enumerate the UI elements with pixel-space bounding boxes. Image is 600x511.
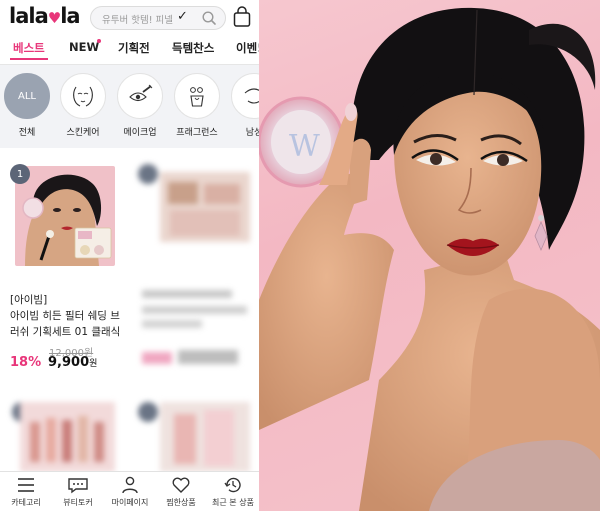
blurred-product-image	[138, 164, 250, 364]
tab-exhibitions[interactable]: 기획전	[118, 40, 150, 56]
blurred-product-image	[12, 402, 115, 472]
tab-label: 찜한상품	[166, 498, 196, 507]
category-label: 프래그런스	[176, 128, 218, 138]
category-label: 전체	[18, 128, 36, 138]
tab-new[interactable]: NEW	[69, 40, 99, 54]
history-icon	[224, 477, 241, 493]
product-name: 아이빔 히든 필터 쉐딩 브러쉬 기획세트 01 클래식	[10, 310, 121, 338]
shopping-bag-icon[interactable]	[232, 6, 252, 28]
category-makeup[interactable]: 메이크업	[115, 73, 165, 138]
tab-label: 뷰티토커	[63, 498, 93, 507]
perfume-icon	[174, 73, 220, 119]
category-skincare[interactable]: 스킨케어	[58, 73, 108, 138]
product-card[interactable]: 1 [아이빔] 아이빔 히든 필터 쉐딩 브러쉬 기획세트 01 클래식 12,…	[0, 152, 130, 382]
search-bar[interactable]: 유투버 핫템! 피넬 ✓	[90, 6, 226, 30]
all-circle-text: ALL	[18, 90, 36, 102]
bottom-tab-bar: 카테고리 뷰티토커 마이페이지 찜한상품 최근 본 상품	[0, 471, 259, 511]
tab-label: 카테고리	[11, 498, 41, 507]
person-icon	[122, 476, 138, 494]
blurred-product-image	[138, 402, 250, 472]
tab-beauty-talker[interactable]: 뷰티토커	[52, 476, 104, 508]
product-brand: [아이빔]	[10, 294, 48, 306]
search-checkmark: ✓	[177, 9, 188, 24]
tab-deal-chance[interactable]: 득템찬스	[172, 40, 214, 56]
model-promo-photo: W	[259, 0, 600, 511]
lalavla-logo[interactable]: lala♥la	[9, 4, 81, 28]
rank-badge: 1	[10, 164, 30, 184]
category-men[interactable]: 남성	[229, 73, 259, 138]
search-icon[interactable]	[201, 10, 217, 26]
price-unit: 원	[89, 359, 98, 369]
discount-rate: 18%	[10, 355, 42, 370]
product-thumbnail[interactable]	[15, 166, 115, 266]
tab-best[interactable]: 베스트	[13, 40, 45, 56]
sale-price-value: 9,900	[48, 355, 90, 370]
category-label: 스킨케어	[66, 128, 100, 138]
all-icon: ALL	[4, 73, 50, 119]
app-header: lala♥la 유투버 핫템! 피넬 ✓	[0, 0, 259, 34]
category-label: 메이크업	[123, 128, 157, 138]
category-row: ALL 전체 스킨케어 메이크업 프래그런스 남성	[0, 64, 259, 148]
category-label: 남성	[245, 128, 259, 138]
compact-logo-letter: W	[289, 129, 320, 164]
category-all[interactable]: ALL 전체	[2, 73, 52, 138]
tab-wishlist[interactable]: 찜한상품	[155, 476, 207, 508]
main-nav-tabs: 베스트 NEW 기획전 득템찬스 이벤!	[0, 36, 259, 60]
category-fragrance[interactable]: 프래그런스	[172, 73, 222, 138]
heart-icon	[172, 477, 190, 493]
face-icon	[60, 73, 106, 119]
active-tab-indicator	[10, 58, 48, 60]
product-card-blurred[interactable]	[0, 392, 130, 472]
product-card-blurred[interactable]	[134, 152, 259, 382]
model-illustration: W	[259, 7, 600, 511]
eye-makeup-icon	[117, 73, 163, 119]
tab-events[interactable]: 이벤!	[236, 40, 259, 56]
mobile-app-screen: lala♥la 유투버 핫템! 피넬 ✓ 베스트 NEW 기획전 득템찬스 이벤…	[0, 0, 259, 511]
tab-my-page[interactable]: 마이페이지	[104, 476, 156, 508]
new-indicator-dot	[97, 39, 101, 43]
chat-icon	[68, 478, 88, 494]
tab-label: 마이페이지	[111, 498, 149, 507]
menu-icon	[18, 478, 34, 492]
sale-price: 9,900원	[48, 355, 97, 370]
tab-label: 최근 본 상품	[212, 498, 254, 507]
product-image	[15, 166, 115, 266]
men-icon	[231, 73, 259, 119]
tab-recently-viewed[interactable]: 최근 본 상품	[207, 476, 259, 508]
search-placeholder: 유투버 핫템! 피넬	[102, 15, 174, 26]
product-card-blurred[interactable]	[134, 392, 259, 472]
product-grid: 1 [아이빔] 아이빔 히든 필터 쉐딩 브러쉬 기획세트 01 클래식 12,…	[0, 152, 259, 472]
tab-category[interactable]: 카테고리	[0, 476, 52, 508]
